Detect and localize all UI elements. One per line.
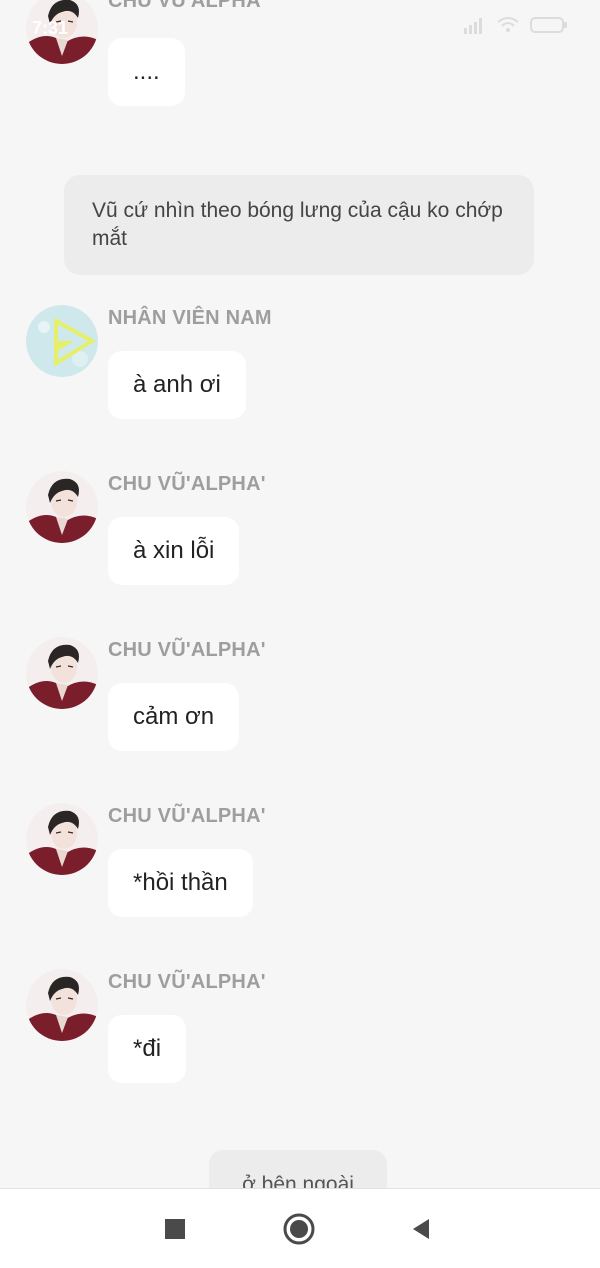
avatar[interactable] (26, 637, 98, 709)
sender-name: CHU VŨ'ALPHA' (108, 971, 266, 993)
status-bar: 7:31 (0, 0, 600, 60)
battery-icon (530, 17, 567, 33)
avatar[interactable] (26, 803, 98, 875)
home-icon[interactable] (283, 1213, 315, 1245)
avatar[interactable] (26, 471, 98, 543)
recent-apps-icon[interactable] (159, 1213, 191, 1245)
message-bubble[interactable]: à anh ơi (108, 351, 246, 419)
sender-name: CHU VŨ'ALPHA' (108, 805, 266, 827)
avatar[interactable] (26, 305, 98, 377)
message-bubble[interactable]: *đi (108, 1015, 187, 1083)
sender-name: NHÂN VIÊN NAM (108, 307, 272, 329)
navigation-bar (0, 1188, 600, 1268)
wifi-icon (497, 17, 519, 32)
chat-area[interactable]: CHU VŨ'ALPHA' .... Vũ cứ nhìn theo bóng … (0, 0, 600, 1190)
message-bubble[interactable]: *hồi thần (108, 849, 253, 917)
narration-bubble: Vũ cứ nhìn theo bóng lưng của cậu ko chớ… (64, 175, 534, 275)
sender-name: CHU VŨ'ALPHA' (108, 473, 266, 495)
message-bubble[interactable]: cảm ơn (108, 683, 240, 751)
status-icons (464, 16, 568, 34)
narration-bubble: ở bên ngoài (209, 1150, 387, 1190)
back-icon[interactable] (405, 1213, 437, 1245)
sender-name: CHU VŨ'ALPHA' (108, 639, 266, 661)
message-bubble[interactable]: à xin lỗi (108, 517, 240, 585)
signal-icon (464, 18, 482, 34)
avatar[interactable] (26, 969, 98, 1041)
status-time: 7:31 (32, 18, 69, 38)
